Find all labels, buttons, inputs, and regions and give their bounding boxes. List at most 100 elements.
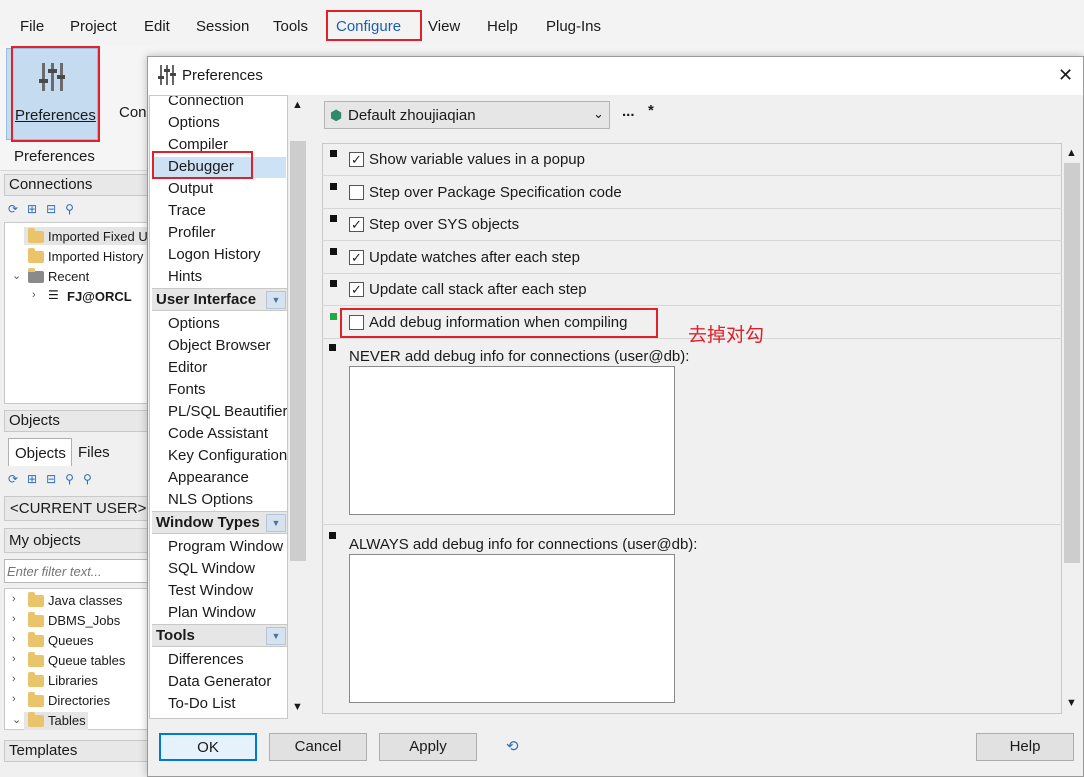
chevron-right-icon[interactable]: › xyxy=(12,613,16,625)
tree-item[interactable]: Imported History xyxy=(48,249,143,264)
menu-plug-ins[interactable]: Plug-Ins xyxy=(546,18,601,35)
menu-view[interactable]: View xyxy=(428,18,460,35)
category-group-header[interactable]: Tools ▼ xyxy=(152,624,287,647)
category-scrollbar[interactable]: ▲ ▼ xyxy=(288,95,308,719)
category-item[interactable]: Logon History xyxy=(168,246,261,263)
profile-select[interactable]: ⬢ Default zhoujiaqian ⌄ xyxy=(324,101,610,129)
chevron-down-icon[interactable]: ▼ xyxy=(266,514,286,532)
folder-icon xyxy=(28,268,44,283)
bullet xyxy=(329,532,336,539)
always-list[interactable] xyxy=(349,554,675,703)
scroll-down-icon[interactable]: ▼ xyxy=(292,701,303,713)
category-item[interactable]: Connection xyxy=(168,96,244,109)
tree-item[interactable]: Libraries xyxy=(48,673,98,688)
cancel-button[interactable]: Cancel xyxy=(269,733,367,761)
category-item[interactable]: Key Configuration xyxy=(168,447,287,464)
category-item[interactable]: NLS Options xyxy=(168,491,253,508)
chevron-down-icon[interactable]: ▼ xyxy=(266,291,286,309)
menu-file[interactable]: File xyxy=(20,18,44,35)
options-scrollbar[interactable]: ▲ ▼ xyxy=(1062,143,1082,714)
option-label[interactable]: Update call stack after each step xyxy=(369,281,587,298)
close-icon[interactable]: ✕ xyxy=(1058,65,1073,86)
option-label[interactable]: Show variable values in a popup xyxy=(369,151,585,168)
chevron-down-icon[interactable]: ⌄ xyxy=(12,713,21,726)
option-label[interactable]: Step over Package Specification code xyxy=(369,184,622,201)
ok-button[interactable]: OK xyxy=(159,733,257,761)
tree-item[interactable]: DBMS_Jobs xyxy=(48,613,120,628)
menu-bar: File Project Edit Session Tools Configur… xyxy=(0,0,1084,47)
category-item[interactable]: Object Browser xyxy=(168,337,271,354)
category-item[interactable]: Options xyxy=(168,315,220,332)
tree-item[interactable]: Tables xyxy=(48,713,86,728)
filter-input[interactable] xyxy=(4,559,148,583)
category-list: Connection Options Compiler Debugger Output T… xyxy=(149,95,288,719)
category-item[interactable]: Appearance xyxy=(168,469,249,486)
tree-item[interactable]: Queue tables xyxy=(48,653,125,668)
scroll-thumb[interactable] xyxy=(290,141,306,561)
category-item[interactable]: Fonts xyxy=(168,381,206,398)
chevron-right-icon[interactable]: › xyxy=(12,593,16,605)
category-item[interactable]: Output xyxy=(168,180,213,197)
tree-item[interactable]: Recent xyxy=(48,269,89,284)
profile-icon: ⬢ xyxy=(330,107,343,123)
profile-menu-button[interactable]: ... xyxy=(622,103,635,120)
apply-button[interactable]: Apply xyxy=(379,733,477,761)
category-item[interactable]: Trace xyxy=(168,202,206,219)
category-item[interactable]: Differences xyxy=(168,651,244,668)
objects-toolbar[interactable]: ⟳⊞⊟⚲⚲ xyxy=(8,472,101,486)
option-checkbox[interactable]: ✓ xyxy=(349,217,364,232)
chevron-right-icon[interactable]: › xyxy=(12,653,16,665)
menu-tools[interactable]: Tools xyxy=(273,18,308,35)
category-item[interactable]: Profiler xyxy=(168,224,216,241)
chevron-down-icon[interactable]: ⌄ xyxy=(12,269,21,282)
ribbon-group-label: Preferences xyxy=(14,148,95,165)
option-checkbox[interactable]: ✓ xyxy=(349,152,364,167)
menu-help[interactable]: Help xyxy=(487,18,518,35)
chevron-right-icon[interactable]: › xyxy=(12,633,16,645)
category-item[interactable]: PL/SQL Beautifier xyxy=(168,403,287,420)
never-list[interactable] xyxy=(349,366,675,515)
chevron-right-icon[interactable]: › xyxy=(12,693,16,705)
tree-item[interactable]: Imported Fixed U xyxy=(48,229,148,244)
tab-objects[interactable]: Objects xyxy=(8,438,72,466)
tree-item[interactable]: Directories xyxy=(48,693,110,708)
folder-icon xyxy=(28,652,44,667)
category-item[interactable]: Code Assistant xyxy=(168,425,268,442)
option-checkbox[interactable]: ✓ xyxy=(349,249,364,265)
connections-ribbon-label[interactable]: Con xyxy=(119,104,147,121)
menu-project[interactable]: Project xyxy=(70,18,117,35)
chevron-right-icon[interactable]: › xyxy=(12,673,16,685)
current-user-select[interactable]: <CURRENT USER> xyxy=(4,496,148,521)
category-group-header[interactable]: Window Types ▼ xyxy=(152,511,287,534)
scroll-up-icon[interactable]: ▲ xyxy=(1066,147,1077,159)
my-objects-select[interactable]: My objects xyxy=(4,528,148,553)
menu-session[interactable]: Session xyxy=(196,18,249,35)
option-checkbox[interactable]: ✓ xyxy=(349,282,364,297)
menu-edit[interactable]: Edit xyxy=(144,18,170,35)
category-item[interactable]: To-Do List xyxy=(168,695,236,712)
category-item[interactable]: Test Window xyxy=(168,582,253,599)
category-item[interactable]: Options xyxy=(168,114,220,131)
option-checkbox[interactable] xyxy=(349,184,364,200)
help-button[interactable]: Help xyxy=(976,733,1074,761)
category-item[interactable]: Program Window xyxy=(168,538,283,555)
tree-item[interactable]: Java classes xyxy=(48,593,122,608)
tree-item[interactable]: Queues xyxy=(48,633,94,648)
tab-files[interactable]: Files xyxy=(78,444,110,461)
undo-icon[interactable]: ⟲ xyxy=(506,737,519,755)
category-item[interactable]: Data Generator xyxy=(168,673,271,690)
category-item[interactable]: SQL Window xyxy=(168,560,255,577)
chevron-down-icon[interactable]: ▼ xyxy=(266,627,286,645)
scroll-down-icon[interactable]: ▼ xyxy=(1066,697,1077,709)
option-label[interactable]: Step over SYS objects xyxy=(369,216,519,233)
scroll-thumb[interactable] xyxy=(1064,163,1080,563)
option-label[interactable]: Update watches after each step xyxy=(369,249,580,266)
tree-item[interactable]: FJ@ORCL xyxy=(67,289,132,304)
category-item[interactable]: Plan Window xyxy=(168,604,256,621)
category-group-header[interactable]: User Interface ▼ xyxy=(152,288,287,311)
category-item[interactable]: Editor xyxy=(168,359,207,376)
category-item[interactable]: Hints xyxy=(168,268,202,285)
connections-toolbar[interactable]: ⟳⊞⊟⚲ xyxy=(8,202,83,216)
chevron-right-icon[interactable]: › xyxy=(32,289,36,301)
scroll-up-icon[interactable]: ▲ xyxy=(292,99,303,111)
